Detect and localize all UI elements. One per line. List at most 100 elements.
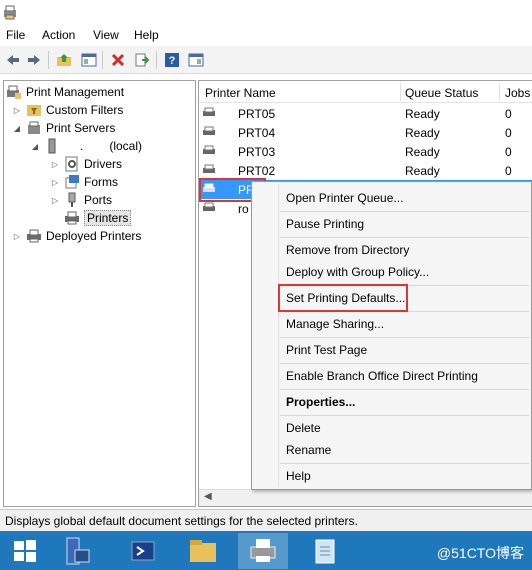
expand-arrow-icon[interactable]: ▷ <box>12 106 22 115</box>
queue-status: Ready <box>405 126 440 140</box>
back-arrow-icon[interactable] <box>3 50 23 70</box>
menu-separator <box>280 211 529 212</box>
notepad-icon[interactable] <box>300 533 350 569</box>
printer-icon <box>203 126 215 135</box>
jobs-count: 0 <box>505 126 512 140</box>
jobs-count: 0 <box>505 145 512 159</box>
menu-item-open-printer-queue[interactable]: Open Printer Queue... <box>286 191 403 205</box>
export-list-icon[interactable] <box>132 50 152 70</box>
tree-item-print-management[interactable]: Print Management <box>6 83 124 101</box>
tree-label: Forms <box>84 175 118 189</box>
toolbar-separator <box>48 51 49 69</box>
tree-item-drivers[interactable]: ▷ Drivers <box>50 155 122 173</box>
column-header-jobs[interactable]: Jobs <box>505 86 530 100</box>
queue-status: Ready <box>405 107 440 121</box>
tree-item-ports[interactable]: ▷ Ports <box>50 191 112 209</box>
menu-action[interactable]: Action <box>42 28 75 42</box>
collapse-arrow-icon[interactable]: ◢ <box>30 142 40 151</box>
menu-item-pause-printing[interactable]: Pause Printing <box>286 217 364 231</box>
printer-name: PRT05 <box>238 107 276 121</box>
start-icon[interactable] <box>0 533 50 569</box>
collapse-arrow-icon[interactable]: ◢ <box>12 124 22 133</box>
queue-status: Ready <box>405 145 440 159</box>
forward-arrow-icon[interactable] <box>24 50 44 70</box>
menu-view[interactable]: View <box>93 28 119 42</box>
menu-separator <box>280 337 529 338</box>
tree-label: Print Servers <box>46 121 116 135</box>
menu-file[interactable]: File <box>6 28 25 42</box>
list-header: Printer Name Queue Status Jobs <box>199 81 532 103</box>
printer-icon <box>203 145 215 154</box>
show-hide-tree-icon[interactable] <box>79 50 99 70</box>
file-explorer-icon[interactable] <box>178 533 228 569</box>
column-header-queue-status[interactable]: Queue Status <box>405 86 478 100</box>
tree-item-forms[interactable]: ▷ Forms <box>50 173 118 191</box>
menu-item-branch-office-printing[interactable]: Enable Branch Office Direct Printing <box>286 369 478 383</box>
expand-arrow-icon[interactable]: ▷ <box>50 178 60 187</box>
properties-icon[interactable] <box>186 50 206 70</box>
table-row[interactable]: PRT05 Ready 0 <box>199 104 532 123</box>
menu-item-remove-from-directory[interactable]: Remove from Directory <box>286 243 409 257</box>
tree-label: Drivers <box>84 157 122 171</box>
printer-icon <box>64 210 80 226</box>
highlight-set-printing-defaults <box>278 284 408 312</box>
tree-label: Print Management <box>26 85 125 99</box>
menu-separator <box>280 389 529 390</box>
up-folder-icon[interactable] <box>54 50 74 70</box>
scroll-left-arrow-icon[interactable]: ◀ <box>204 491 212 502</box>
printer-name: PRT03 <box>238 145 276 159</box>
server-manager-icon[interactable] <box>52 533 102 569</box>
menu-item-help[interactable]: Help <box>286 469 311 483</box>
toolbar-separator <box>156 51 157 69</box>
print-management-app-icon <box>4 5 16 20</box>
column-header-printer-name[interactable]: Printer Name <box>205 86 276 100</box>
print-management-icon[interactable] <box>238 533 288 569</box>
queue-status: Ready <box>405 164 440 178</box>
menu-help[interactable]: Help <box>134 28 159 42</box>
table-row[interactable]: PRT04 Ready 0 <box>199 123 532 142</box>
printer-name: PRT04 <box>238 126 276 140</box>
menu-item-rename[interactable]: Rename <box>286 443 331 457</box>
menu-separator <box>280 237 529 238</box>
menu-item-manage-sharing[interactable]: Manage Sharing... <box>286 317 384 331</box>
help-icon[interactable]: ? <box>162 50 182 70</box>
tree-label: Custom Filters <box>46 103 124 117</box>
tree-item-local-server[interactable]: ◢ . (local) <box>30 137 142 155</box>
menu-item-deploy-group-policy[interactable]: Deploy with Group Policy... <box>286 265 429 279</box>
tree-item-deployed-printers[interactable]: ▷ Deployed Printers <box>12 227 141 245</box>
title-bar <box>0 0 532 26</box>
filter-folder-icon <box>26 102 42 118</box>
watermark-text: @51CTO博客 <box>436 545 524 561</box>
horizontal-scrollbar[interactable]: ◀ <box>199 489 532 506</box>
taskbar: @51CTO博客 <box>0 531 532 570</box>
menu-item-delete[interactable]: Delete <box>286 421 321 435</box>
delete-icon[interactable] <box>108 50 128 70</box>
menu-bar: File Action View Help <box>0 26 532 46</box>
powershell-icon[interactable] <box>118 533 168 569</box>
printer-icon <box>203 202 215 211</box>
tree-item-printers[interactable]: Printers <box>64 209 132 227</box>
expand-arrow-icon[interactable]: ▷ <box>50 196 60 205</box>
forms-icon <box>64 174 80 190</box>
tree-label-selected: Printers <box>84 210 132 226</box>
server-name-redacted: . <box>80 139 84 153</box>
menu-separator <box>280 415 529 416</box>
jobs-count: 0 <box>505 164 512 178</box>
tree-item-custom-filters[interactable]: ▷ Custom Filters <box>12 101 123 119</box>
status-bar: Displays global default document setting… <box>0 509 532 531</box>
server-icon <box>44 138 60 154</box>
deployed-printers-icon <box>26 228 42 244</box>
menu-item-print-test-page[interactable]: Print Test Page <box>286 343 367 357</box>
expand-arrow-icon[interactable]: ▷ <box>12 232 22 241</box>
table-row[interactable]: PRT03 Ready 0 <box>199 142 532 161</box>
status-text: Displays global default document setting… <box>5 514 358 528</box>
column-divider[interactable] <box>400 83 401 101</box>
tree-item-print-servers[interactable]: ◢ Print Servers <box>12 119 115 137</box>
expand-arrow-icon[interactable]: ▷ <box>50 160 60 169</box>
print-management-icon <box>6 84 22 100</box>
menu-item-properties[interactable]: Properties... <box>286 395 355 409</box>
context-menu: Open Printer Queue... Pause Printing Rem… <box>251 181 532 490</box>
toolbar: ? <box>0 46 532 74</box>
column-divider[interactable] <box>499 83 500 101</box>
menu-gutter <box>278 184 279 487</box>
